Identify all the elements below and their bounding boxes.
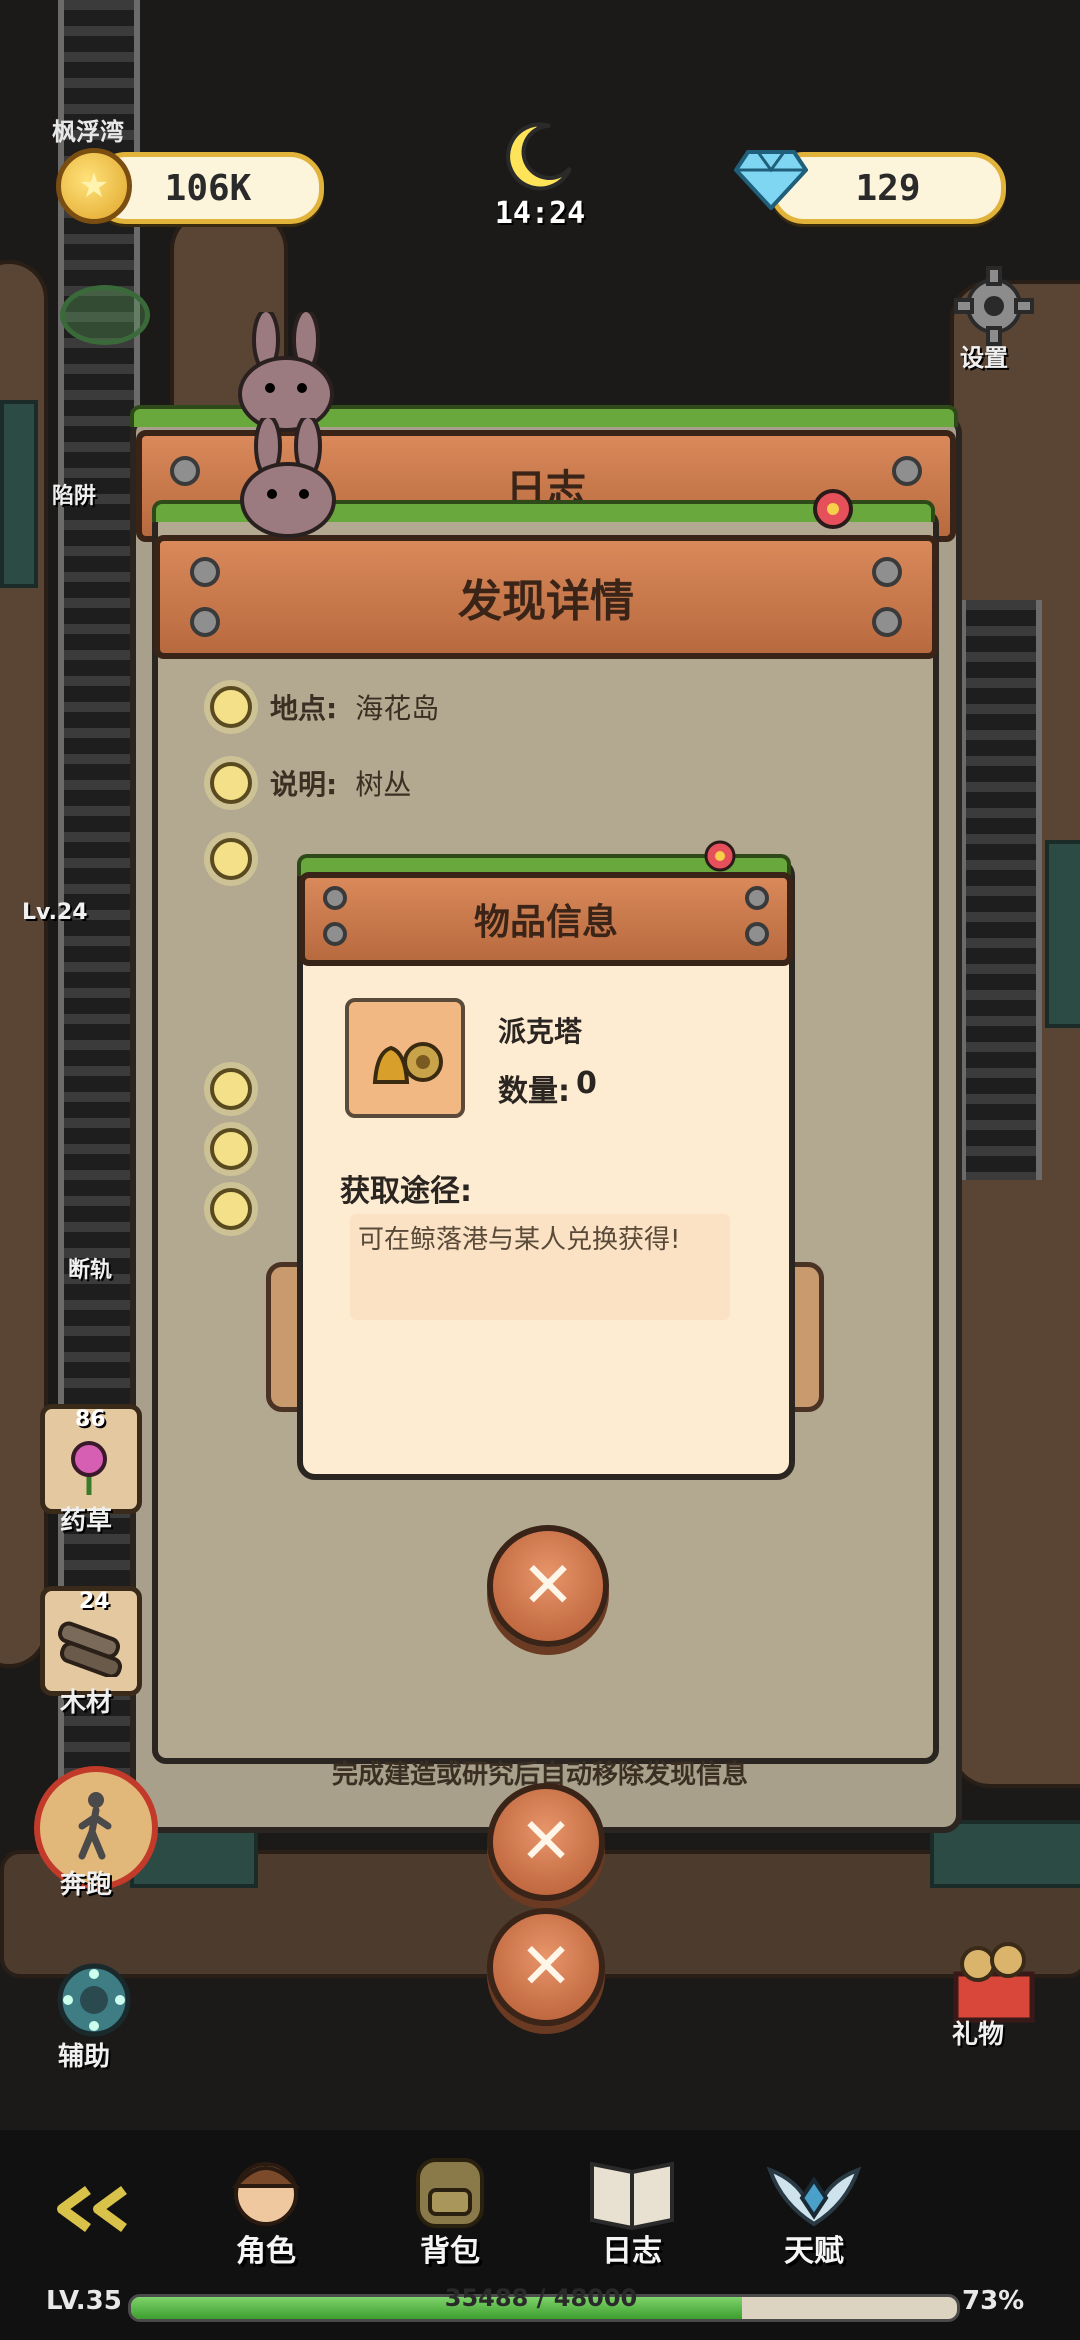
journal-icon bbox=[584, 2150, 680, 2231]
nav-journal[interactable]: 日志 bbox=[572, 2150, 692, 2270]
wood-count: 24 bbox=[79, 1589, 110, 1614]
nav-talent[interactable]: 天赋 bbox=[754, 2150, 874, 2270]
source-heading: 获取途径: bbox=[340, 1174, 472, 1209]
gear-icon bbox=[954, 266, 1034, 346]
nav-backpack-label: 背包 bbox=[420, 2234, 480, 2269]
broken-rail-label: 断轨 bbox=[68, 1258, 113, 1283]
collapse-nav-button[interactable] bbox=[46, 2184, 136, 2234]
water-patch bbox=[1045, 840, 1080, 1028]
item-icon-frame bbox=[345, 998, 465, 1118]
discovery-row: 地点: 海花岛 bbox=[210, 686, 439, 728]
discovery-row-obscured bbox=[210, 838, 252, 880]
nav-journal-label: 日志 bbox=[602, 2234, 662, 2269]
log-icon bbox=[55, 1621, 125, 1679]
nav-talent-label: 天赋 bbox=[784, 2234, 844, 2269]
character-icon bbox=[218, 2150, 314, 2230]
lightbulb-icon bbox=[210, 1128, 252, 1170]
herb-item-slot[interactable]: 86 bbox=[40, 1404, 142, 1514]
item-quantity-label: 数量: bbox=[498, 1074, 570, 1109]
backpack-icon bbox=[402, 2150, 498, 2230]
lightbulb-icon bbox=[210, 686, 252, 728]
discovery-row-obscured bbox=[210, 1128, 252, 1170]
portal-ring[interactable] bbox=[60, 285, 150, 345]
nav-character[interactable]: 角色 bbox=[206, 2150, 326, 2270]
xp-percent: 73% bbox=[962, 2286, 1025, 2316]
moon-icon bbox=[500, 118, 576, 194]
nav-backpack[interactable]: 背包 bbox=[390, 2150, 510, 2270]
flower-icon bbox=[810, 486, 856, 532]
discovery-title: 发现详情 bbox=[458, 576, 634, 627]
lightbulb-icon bbox=[210, 1068, 252, 1110]
rabbit-icon bbox=[228, 414, 348, 538]
nav-character-label: 角色 bbox=[236, 2234, 296, 2269]
rabbit-icon bbox=[226, 308, 346, 432]
discovery-row-key: 地点: bbox=[270, 692, 338, 725]
wood-item-slot[interactable]: 24 bbox=[40, 1586, 142, 1696]
assist-label: 辅助 bbox=[58, 2042, 111, 2072]
gem-amount: 129 bbox=[855, 167, 921, 209]
item-quantity: 数量: 0 bbox=[498, 1066, 597, 1110]
discovery-row: 说明: 树丛 bbox=[210, 762, 411, 804]
rail-track-right bbox=[960, 600, 1042, 1180]
item-name: 派克塔 bbox=[498, 1015, 583, 1048]
bell-icon bbox=[365, 1022, 445, 1094]
xp-progress-text: 35488 / 48000 bbox=[444, 2284, 638, 2312]
discovery-row-obscured bbox=[210, 1068, 252, 1110]
gift-label: 礼物 bbox=[952, 2020, 1005, 2050]
flower-icon bbox=[702, 838, 738, 874]
lightbulb-icon bbox=[210, 762, 252, 804]
lightbulb-icon bbox=[210, 838, 252, 880]
talent-icon bbox=[766, 2150, 862, 2230]
lightbulb-icon bbox=[210, 1188, 252, 1230]
close-journal-button[interactable]: ✕ bbox=[487, 1783, 605, 1901]
game-clock: 14:24 bbox=[494, 196, 586, 231]
close-icon: ✕ bbox=[521, 1549, 575, 1623]
water-patch bbox=[0, 400, 38, 588]
item-quantity-value: 0 bbox=[576, 1066, 597, 1101]
herb-count: 86 bbox=[75, 1407, 106, 1432]
diamond-icon bbox=[733, 148, 809, 211]
close-panel-button[interactable]: ✕ bbox=[487, 1908, 605, 2026]
item-dialog-title-plank: 物品信息 bbox=[299, 872, 793, 966]
run-label: 奔跑 bbox=[60, 1870, 113, 1900]
source-text: 可在鲸落港与某人兑换获得! bbox=[350, 1214, 730, 1320]
level-tag: Lv.24 bbox=[22, 900, 88, 925]
wood-label: 木材 bbox=[60, 1688, 113, 1718]
location-label: 枫浮湾 bbox=[52, 118, 124, 146]
player-level: LV.35 bbox=[46, 2286, 122, 2316]
close-icon: ✕ bbox=[519, 1930, 573, 2004]
gamepad-icon bbox=[54, 1960, 134, 2040]
coin-icon: ★ bbox=[56, 148, 132, 224]
close-item-dialog-button[interactable]: ✕ bbox=[487, 1525, 609, 1647]
double-chevron-left-icon bbox=[46, 2184, 136, 2234]
discovery-row-obscured bbox=[210, 1188, 252, 1230]
herb-label: 药草 bbox=[60, 1506, 113, 1536]
settings-button[interactable]: 设置 bbox=[946, 266, 1042, 372]
discovery-row-value: 海花岛 bbox=[355, 692, 440, 725]
item-dialog-title: 物品信息 bbox=[473, 902, 618, 943]
settings-label: 设置 bbox=[960, 344, 1008, 372]
discovery-row-value: 树丛 bbox=[355, 768, 412, 801]
flower-icon bbox=[59, 1437, 119, 1497]
discovery-title-plank: 发现详情 bbox=[154, 535, 938, 659]
gift-basket-icon bbox=[948, 1934, 1040, 2024]
close-icon: ✕ bbox=[519, 1805, 573, 1879]
trap-label: 陷阱 bbox=[52, 484, 97, 509]
discovery-row-key: 说明: bbox=[270, 768, 338, 801]
walking-person-icon bbox=[70, 1790, 120, 1860]
coin-amount: 106K bbox=[164, 167, 252, 209]
